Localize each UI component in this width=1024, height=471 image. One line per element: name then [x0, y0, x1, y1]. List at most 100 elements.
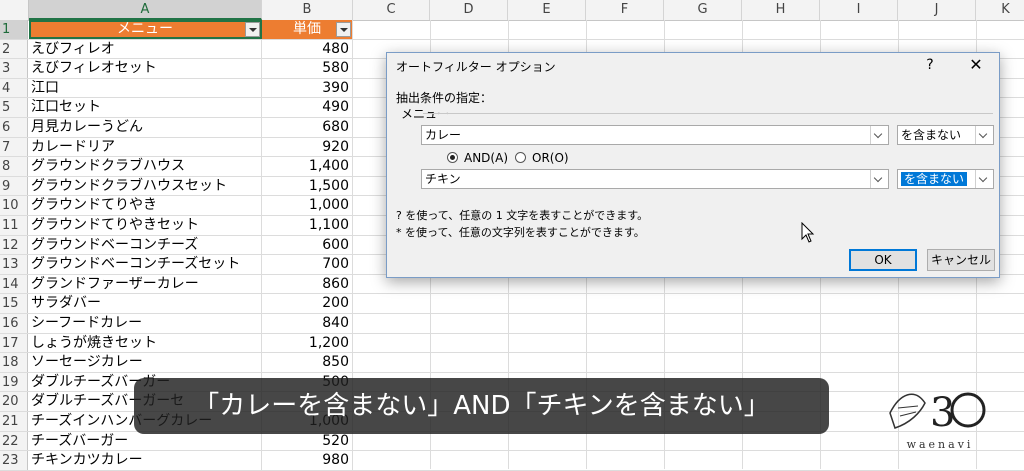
condition1-operator: を含まない [901, 128, 962, 142]
row-number[interactable]: 18 [0, 353, 28, 372]
chevron-down-icon[interactable] [975, 126, 993, 144]
condition2-operator-select[interactable]: を含まない [897, 169, 994, 189]
row-number[interactable]: 2 [0, 39, 28, 59]
price-cell[interactable]: 200 [262, 294, 353, 313]
price-cell[interactable]: 480 [262, 39, 353, 59]
menu-cell[interactable]: チキンカツカレー [29, 451, 262, 470]
row-number[interactable]: 23 [0, 451, 28, 470]
price-cell[interactable]: 580 [262, 59, 353, 78]
column-header-i[interactable]: I [820, 0, 898, 20]
row-number[interactable]: 17 [0, 333, 28, 353]
price-cell[interactable]: 490 [262, 98, 353, 117]
chevron-down-icon[interactable] [870, 170, 888, 188]
price-cell[interactable]: 840 [262, 314, 353, 333]
or-radio[interactable]: OR(O) [515, 150, 569, 166]
column-header-f[interactable]: F [586, 0, 664, 20]
column-header-e[interactable]: E [508, 0, 586, 20]
column-header-b[interactable]: B [262, 0, 353, 20]
row-number[interactable]: 20 [0, 392, 28, 411]
menu-cell[interactable]: グラウンドクラブハウス [29, 157, 262, 176]
menu-cell[interactable]: シーフードカレー [29, 314, 262, 333]
and-radio-label: AND(A) [464, 151, 508, 165]
menu-cell[interactable]: しょうが焼きセット [29, 333, 262, 353]
row-number[interactable]: 21 [0, 412, 28, 431]
table-row: 15 サラダバー 200 [0, 294, 1024, 314]
column-header-k[interactable]: K [976, 0, 1024, 20]
table-row: 16 シーフードカレー 840 [0, 314, 1024, 334]
price-cell[interactable]: 1,000 [262, 196, 353, 215]
row-number[interactable]: 7 [0, 137, 28, 157]
row-number[interactable]: 14 [0, 274, 28, 294]
condition1-operator-select[interactable]: を含まない [897, 125, 994, 145]
row-number[interactable]: 13 [0, 255, 28, 274]
row-number[interactable]: 1 [0, 20, 28, 39]
menu-cell[interactable]: えびフィレオ [29, 39, 262, 59]
menu-cell[interactable]: 江口 [29, 78, 262, 98]
condition2-value-combo[interactable]: チキン [421, 169, 889, 189]
wildcard-note-multi: * を使って、任意の文字列を表すことができます。 [396, 226, 645, 239]
row-number[interactable]: 9 [0, 176, 28, 196]
row-number[interactable]: 6 [0, 118, 28, 137]
cancel-button[interactable]: キャンセル [927, 249, 995, 271]
column-header-j[interactable]: J [898, 0, 976, 20]
price-cell[interactable]: 1,100 [262, 216, 353, 235]
column-header-c[interactable]: C [353, 0, 430, 20]
price-cell[interactable]: 600 [262, 235, 353, 255]
column-header-a[interactable]: A [29, 0, 262, 20]
price-cell[interactable]: 680 [262, 118, 353, 137]
price-cell[interactable]: 850 [262, 353, 353, 372]
logo-text: waenavi [906, 438, 974, 451]
row-number[interactable]: 5 [0, 98, 28, 117]
menu-cell[interactable]: グラウンドてりやきセット [29, 216, 262, 235]
condition1-value-combo[interactable]: カレー [421, 125, 889, 145]
price-cell[interactable]: 920 [262, 137, 353, 157]
close-icon[interactable]: ✕ [965, 55, 987, 75]
row-number[interactable]: 19 [0, 372, 28, 392]
row-number[interactable]: 16 [0, 314, 28, 333]
price-cell[interactable]: 860 [262, 274, 353, 294]
menu-cell[interactable]: カレードリア [29, 137, 262, 157]
filter-dropdown-icon[interactable] [245, 22, 260, 37]
mouse-cursor-icon [801, 222, 815, 243]
row-number[interactable]: 12 [0, 235, 28, 255]
row-number[interactable]: 22 [0, 431, 28, 451]
ok-button[interactable]: OK [849, 249, 917, 271]
header-cell-menu[interactable]: メニュー [29, 20, 262, 39]
menu-cell[interactable]: えびフィレオセット [29, 59, 262, 78]
column-header-g[interactable]: G [664, 0, 742, 20]
row-number[interactable]: 4 [0, 78, 28, 98]
column-header-h[interactable]: H [742, 0, 820, 20]
menu-cell[interactable]: グラウンドクラブハウスセット [29, 176, 262, 196]
row-number[interactable]: 10 [0, 196, 28, 215]
menu-cell[interactable]: グラウンドてりやき [29, 196, 262, 215]
price-cell[interactable]: 1,200 [262, 333, 353, 353]
row-number[interactable]: 11 [0, 216, 28, 235]
row-number[interactable]: 15 [0, 294, 28, 313]
column-header-d[interactable]: D [430, 0, 508, 20]
radio-selected-icon [447, 152, 458, 163]
wildcard-note-single: ? を使って、任意の 1 文字を表すことができます。 [396, 209, 649, 222]
price-cell[interactable]: 1,400 [262, 157, 353, 176]
select-all-corner[interactable] [0, 0, 29, 20]
row-number[interactable]: 8 [0, 157, 28, 176]
menu-cell[interactable]: チーズバーガー [29, 431, 262, 451]
menu-cell[interactable]: グラウンドベーコンチーズ [29, 235, 262, 255]
menu-cell[interactable]: 月見カレーうどん [29, 118, 262, 137]
menu-cell[interactable]: サラダバー [29, 294, 262, 313]
menu-cell[interactable]: グランドファーザーカレー [29, 274, 262, 294]
and-radio[interactable]: AND(A) [447, 150, 508, 166]
price-cell[interactable]: 520 [262, 431, 353, 451]
menu-cell[interactable]: グラウンドベーコンチーズセット [29, 255, 262, 274]
chevron-down-icon[interactable] [975, 170, 993, 188]
price-cell[interactable]: 390 [262, 78, 353, 98]
menu-cell[interactable]: 江口セット [29, 98, 262, 117]
chevron-down-icon[interactable] [870, 126, 888, 144]
row-number[interactable]: 3 [0, 59, 28, 78]
price-cell[interactable]: 980 [262, 451, 353, 470]
help-icon[interactable]: ? [921, 55, 939, 75]
condition1-value: カレー [425, 128, 462, 142]
price-cell[interactable]: 1,500 [262, 176, 353, 196]
menu-cell[interactable]: ソーセージカレー [29, 353, 262, 372]
price-cell[interactable]: 700 [262, 255, 353, 274]
filter-dropdown-icon[interactable] [336, 22, 351, 37]
